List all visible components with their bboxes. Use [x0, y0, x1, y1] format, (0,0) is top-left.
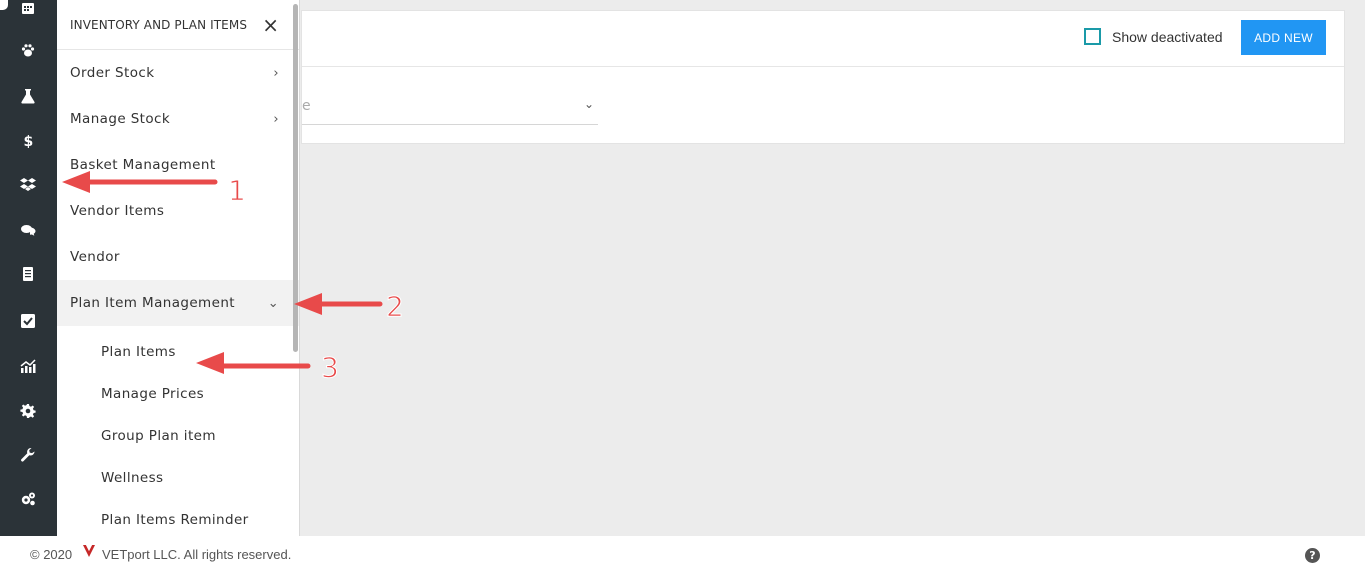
chevron-down-icon: ⌄ — [583, 97, 594, 111]
footer-copyright: © 2020 — [30, 547, 73, 562]
menu-item-label: Vendor Items — [70, 203, 165, 219]
add-new-button[interactable]: ADD NEW — [1241, 20, 1326, 55]
calendar-icon[interactable] — [16, 0, 40, 20]
annotation-number-3: 3 — [321, 351, 339, 384]
menu-item-basket-management[interactable]: Basket Management — [57, 142, 299, 188]
chevron-right-icon: › — [273, 111, 279, 127]
sub-item-plan-items[interactable]: Plan Items — [57, 331, 299, 373]
svg-text:$: $ — [24, 134, 34, 148]
paw-icon[interactable] — [16, 38, 40, 62]
vetport-logo-icon — [83, 545, 95, 557]
chevron-down-icon: ⌄ — [267, 295, 279, 311]
menu-item-label: Vendor — [70, 249, 120, 265]
menu-item-label: Plan Item Management — [70, 295, 235, 311]
flask-icon[interactable] — [16, 84, 40, 108]
menu-item-order-stock[interactable]: Order Stock › — [57, 50, 299, 96]
drawer-header: INVENTORY AND PLAN ITEMS × — [57, 0, 299, 50]
show-deactivated-toggle[interactable]: Show deactivated — [1084, 28, 1223, 45]
show-deactivated-label: Show deactivated — [1112, 28, 1223, 45]
select-partial-text: e — [302, 98, 311, 114]
drawer-title: INVENTORY AND PLAN ITEMS — [70, 17, 248, 32]
close-icon[interactable]: × — [262, 15, 279, 35]
gears-icon[interactable] — [16, 487, 40, 511]
inventory-drawer: INVENTORY AND PLAN ITEMS × Order Stock ›… — [57, 0, 300, 536]
drawer-scrollbar[interactable] — [293, 4, 298, 352]
boxes-icon[interactable] — [16, 173, 40, 197]
menu-item-label: Manage Stock — [70, 111, 171, 127]
chart-icon[interactable] — [16, 354, 40, 378]
sub-item-manage-prices[interactable]: Manage Prices — [57, 373, 299, 415]
sub-item-group-plan-item[interactable]: Group Plan item — [57, 415, 299, 457]
menu-item-plan-item-management[interactable]: Plan Item Management ⌄ — [57, 280, 299, 326]
menu-item-vendor[interactable]: Vendor — [57, 234, 299, 280]
card-header: Show deactivated ADD NEW — [302, 11, 1344, 67]
sub-item-plan-items-reminder[interactable]: Plan Items Reminder — [57, 499, 299, 536]
annotation-arrow-2 — [294, 293, 383, 315]
footer: © 2020 VETport LLC. All rights reserved.… — [0, 536, 1365, 573]
menu-item-vendor-items[interactable]: Vendor Items — [57, 188, 299, 234]
dollar-icon[interactable]: $ — [16, 128, 40, 152]
annotation-number-2: 2 — [386, 290, 404, 323]
checklist-icon[interactable] — [16, 309, 40, 333]
chat-icon[interactable] — [16, 218, 40, 242]
gear-icon[interactable] — [16, 399, 40, 423]
icon-rail: $ — [0, 0, 57, 536]
show-deactivated-checkbox[interactable] — [1084, 28, 1101, 45]
help-icon[interactable]: ? — [1305, 548, 1320, 563]
category-select[interactable]: e ⌄ — [302, 91, 598, 125]
rail-notch — [0, 0, 8, 10]
sub-item-wellness[interactable]: Wellness — [57, 457, 299, 499]
footer-company: VETport LLC. All rights reserved. — [102, 547, 292, 562]
document-icon[interactable] — [16, 262, 40, 286]
chevron-right-icon: › — [273, 65, 279, 81]
main-card: Show deactivated ADD NEW e ⌄ — [301, 10, 1345, 144]
wrench-icon[interactable] — [16, 443, 40, 467]
menu-item-label: Basket Management — [70, 157, 216, 173]
menu-item-manage-stock[interactable]: Manage Stock › — [57, 96, 299, 142]
menu-item-label: Order Stock — [70, 65, 155, 81]
